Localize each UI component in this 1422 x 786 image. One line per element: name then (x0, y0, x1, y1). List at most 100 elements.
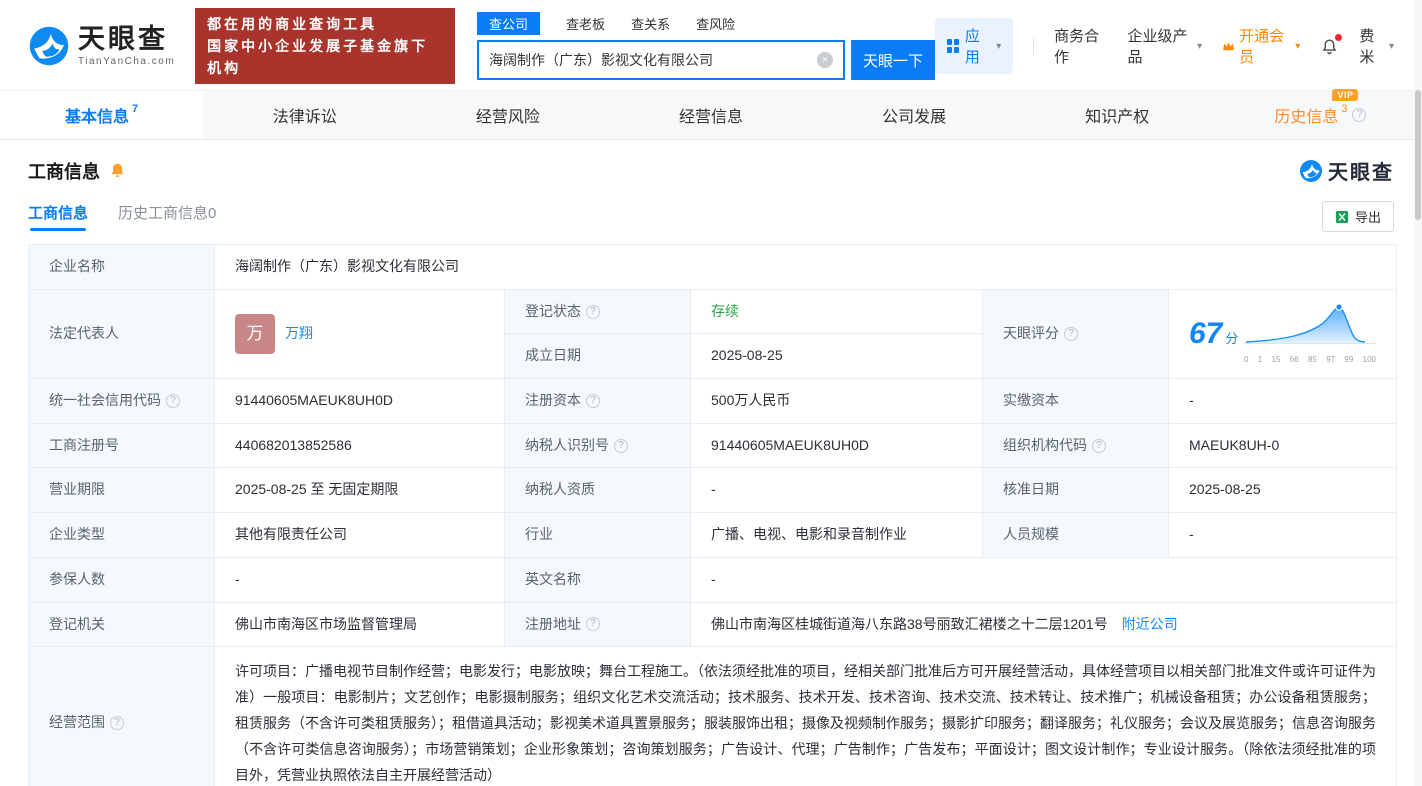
tab-basic-info[interactable]: 基本信息 7 (0, 91, 204, 139)
help-icon[interactable]: ? (586, 393, 600, 408)
export-button[interactable]: 导出 (1321, 201, 1394, 232)
taxpayer-no-label: 纳税人识别号? (504, 422, 691, 469)
staff-size-label: 人员规模 (982, 512, 1169, 558)
taxpayer-quality-label: 纳税人资质 (504, 467, 691, 514)
help-icon[interactable]: ? (586, 304, 600, 319)
reg-status-label: 登记状态? (504, 288, 691, 335)
search-tab-relation[interactable]: 查关系 (631, 14, 670, 33)
english-name-label: 英文名称 (504, 556, 691, 603)
help-icon[interactable]: ? (1064, 326, 1078, 341)
watermark-logo: 天眼查 (1299, 156, 1394, 185)
company-anchor-tabs: 基本信息 7 法律诉讼 经营风险 经营信息 公司发展 知识产权 VIP 历史信息… (0, 89, 1422, 140)
credit-code-label: 统一社会信用代码? (28, 378, 215, 424)
score-curve (1244, 303, 1376, 344)
paid-capital-value: - (1168, 378, 1397, 424)
help-icon[interactable]: ? (586, 617, 600, 632)
logo-brand-name: 天眼查 (78, 23, 168, 54)
vip-crown-icon (1223, 41, 1235, 50)
score-unit: 分 (1225, 330, 1239, 346)
nearby-companies-link[interactable]: 附近公司 (1122, 616, 1178, 632)
company-type-label: 企业类型 (28, 512, 215, 558)
history-subtab-count: 0 (208, 205, 217, 222)
insured-num-value: - (214, 556, 505, 603)
help-icon[interactable]: ? (166, 393, 180, 408)
credit-code-value: 91440605MAEUK8UH0D (214, 378, 505, 424)
help-icon[interactable]: ? (614, 438, 628, 453)
help-icon[interactable]: ? (110, 716, 124, 731)
establish-date-value: 2025-08-25 (690, 333, 983, 380)
score-chart: 01 15 66 85 97 99 100 (1244, 302, 1376, 366)
subtab-business-info[interactable]: 工商信息 (28, 202, 88, 231)
search-tab-risk[interactable]: 查风险 (696, 14, 735, 33)
tianyancha-logo[interactable]: 天眼查 TianYanCha.com (28, 25, 175, 67)
row-business-scope: 经营范围? 许可项目：广播电视节目制作经营；电影发行；电影放映；舞台工程施工。（… (28, 646, 1397, 786)
search-button[interactable]: 天眼一下 (851, 40, 936, 80)
legal-rep-link[interactable]: 万翔 (285, 323, 313, 345)
reg-no-label: 工商注册号 (28, 422, 215, 469)
subtab-history-business-info[interactable]: 历史工商信息0 (118, 202, 216, 231)
legal-rep-avatar[interactable]: 万 (235, 313, 275, 354)
insured-num-label: 参保人数 (28, 556, 215, 603)
tab-legal-proceedings[interactable]: 法律诉讼 (203, 91, 406, 139)
staff-size-value: - (1168, 512, 1397, 558)
establish-date-label: 成立日期 (504, 333, 691, 380)
nav-open-vip[interactable]: 开通会员 ▾ (1222, 25, 1300, 67)
apps-menu[interactable]: 应用 ▾ (935, 18, 1014, 74)
tab-intellectual-property[interactable]: 知识产权 (1016, 91, 1219, 139)
section-header: 工商信息 天眼查 (0, 140, 1422, 189)
nav-enterprise-products[interactable]: 企业级产品 ▾ (1127, 25, 1202, 67)
row-business-term: 营业期限 2025-08-25 至 无固定期限 纳税人资质 - 核准日期 202… (28, 467, 1397, 514)
chevron-down-icon: ▾ (1197, 40, 1203, 52)
help-icon[interactable]: ? (1092, 438, 1106, 453)
tab-operating-info[interactable]: 经营信息 (609, 91, 812, 139)
business-term-value: 2025-08-25 至 无固定期限 (214, 467, 505, 514)
nav-divider (1033, 37, 1035, 55)
banner-line-1: 都在用的商业查询工具 (207, 16, 378, 32)
chevron-down-icon: ▾ (1295, 40, 1301, 52)
company-type-value: 其他有限责任公司 (214, 512, 505, 558)
vip-badge: VIP (1332, 89, 1359, 101)
scrollbar-thumb[interactable] (1415, 90, 1421, 220)
status-badge: 存续 (711, 302, 739, 319)
subtab-row: 工商信息 历史工商信息0 导出 (0, 189, 1422, 242)
company-name-value: 海阔制作（广东）影视文化有限公司 (214, 244, 1397, 290)
excel-icon (1335, 210, 1349, 223)
taxpayer-quality-value: - (690, 467, 983, 514)
banner-line-2: 国家中小企业发展子基金旗下机构 (207, 38, 429, 76)
reg-no-value: 440682013852586 (214, 422, 505, 469)
business-scope-value: 许可项目：广播电视节目制作经营；电影发行；电影放映；舞台工程施工。（依法须经批准… (214, 646, 1397, 786)
chevron-down-icon: ▾ (996, 40, 1002, 52)
nav-user-account[interactable]: 费米 ▾ (1359, 25, 1394, 67)
search-input-box[interactable]: × (477, 40, 846, 80)
help-icon[interactable]: ? (1352, 108, 1367, 122)
company-name-label: 企业名称 (28, 244, 215, 290)
row-company-name: 企业名称 海阔制作（广东）影视文化有限公司 (28, 244, 1397, 290)
search-tab-boss[interactable]: 查老板 (566, 14, 605, 33)
score-number: 67 (1189, 316, 1223, 350)
paid-capital-label: 实缴资本 (982, 378, 1169, 424)
scrollbar[interactable] (1414, 0, 1422, 786)
tab-history-info[interactable]: VIP 历史信息 3 ? (1219, 89, 1422, 139)
business-term-label: 营业期限 (28, 467, 215, 514)
tianyancha-logo-icon (29, 26, 69, 66)
search-tab-company[interactable]: 查公司 (477, 11, 541, 35)
row-insured-num: 参保人数 - 英文名称 - (28, 556, 1397, 603)
username: 费米 (1359, 28, 1375, 66)
legal-rep-label: 法定代表人 (28, 288, 215, 380)
search-area: 查公司 查老板 查关系 查风险 × 天眼一下 (477, 11, 936, 80)
basic-info-count-badge: 7 (132, 103, 139, 115)
row-legal-rep-status: 法定代表人 万 万翔 登记状态? 存续 天眼评分? 67 分 0 1 15 66… (28, 288, 1397, 380)
approve-date-value: 2025-08-25 (1168, 467, 1397, 514)
tab-operating-risk[interactable]: 经营风险 (406, 91, 609, 139)
logo-domain: TianYanCha.com (78, 55, 176, 67)
tab-company-development[interactable]: 公司发展 (813, 91, 1016, 139)
subscribe-bell-icon[interactable] (108, 161, 127, 180)
search-input[interactable] (489, 52, 818, 68)
clear-search-icon[interactable]: × (817, 52, 834, 68)
history-info-count-badge: 3 (1341, 103, 1348, 115)
score-label: 天眼评分? (982, 288, 1169, 380)
nav-business-cooperation[interactable]: 商务合作 (1054, 25, 1107, 67)
reg-capital-value: 500万人民币 (690, 378, 983, 424)
notifications-bell[interactable] (1320, 33, 1343, 56)
org-code-label: 组织机构代码? (982, 422, 1169, 469)
